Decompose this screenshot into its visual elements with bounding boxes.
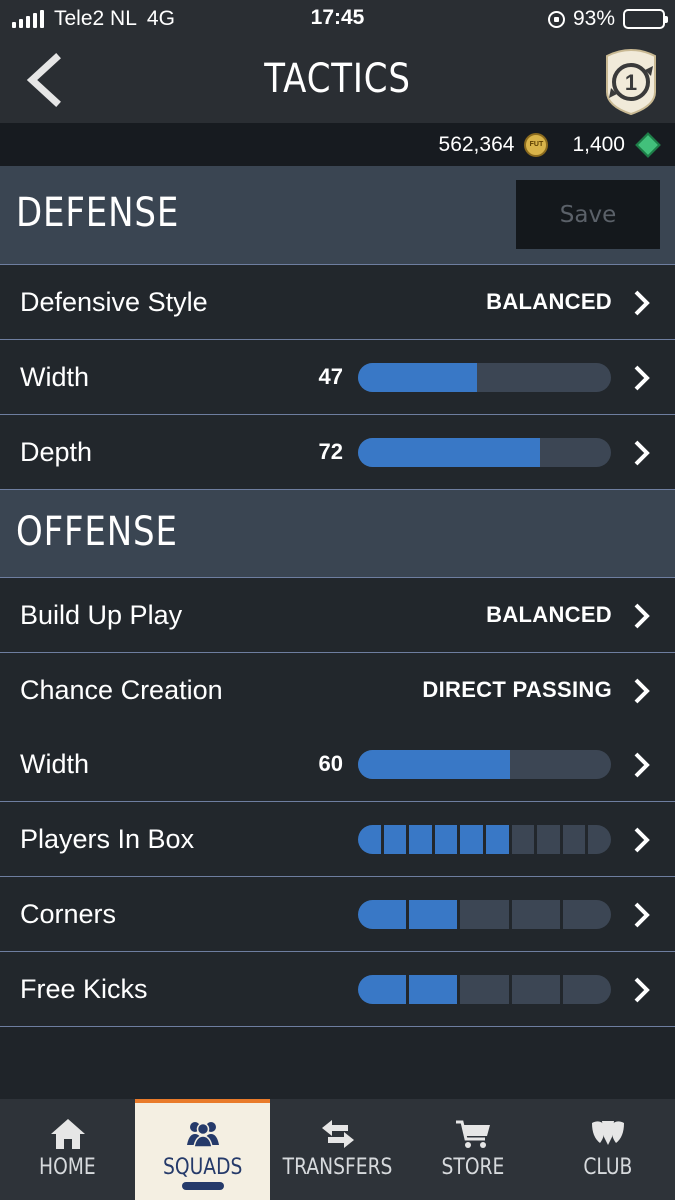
save-button[interactable]: Save: [516, 180, 660, 249]
squads-icon: [186, 1122, 219, 1148]
row-label: Depth: [20, 437, 93, 467]
fifa-points-icon: [635, 131, 661, 158]
meter-segment-empty: [460, 900, 509, 929]
row-label: Chance Creation: [20, 675, 223, 705]
meter-segment-empty: [511, 975, 560, 1004]
defensive-style-row[interactable]: Defensive Style BALANCED: [0, 265, 675, 340]
row-label: Width: [20, 362, 90, 392]
players-in-box-row[interactable]: Players In Box: [0, 802, 675, 877]
season-objectives-badge-icon[interactable]: 1: [601, 44, 661, 116]
nav-squads[interactable]: SQUADS: [135, 1099, 270, 1200]
meter-segment-filled: [409, 900, 458, 929]
badge-number: 1: [625, 70, 637, 95]
meter-segment-filled: [358, 825, 381, 854]
nav-home[interactable]: HOME: [0, 1099, 135, 1200]
offense-section-header: OFFENSE: [0, 490, 675, 578]
row-value: BALANCED: [486, 289, 612, 314]
nav-label: HOME: [39, 1155, 96, 1180]
chevron-right-icon[interactable]: [631, 602, 653, 630]
row-label: Corners: [20, 899, 117, 929]
offense-width-slider[interactable]: [358, 750, 611, 779]
chevron-right-icon[interactable]: [631, 976, 653, 1004]
store-icon: [455, 1120, 490, 1148]
meter-segment-filled: [409, 975, 458, 1004]
row-label: Width: [20, 749, 90, 779]
meter-segment-filled: [358, 900, 407, 929]
nav-club[interactable]: CLUB: [540, 1099, 675, 1200]
meter-segment-empty: [511, 900, 560, 929]
home-icon: [50, 1119, 85, 1149]
status-bar: Tele2 NL 4G 17:45 93%: [0, 0, 675, 38]
meter-segment-empty: [511, 825, 535, 854]
nav-store[interactable]: STORE: [405, 1099, 540, 1200]
slider-value: 47: [318, 364, 343, 389]
build-up-play-row[interactable]: Build Up Play BALANCED: [0, 578, 675, 653]
nav-label: STORE: [441, 1155, 504, 1180]
chance-creation-row[interactable]: Chance Creation DIRECT PASSING: [0, 653, 675, 728]
meter-segment-filled: [434, 825, 458, 854]
battery-status: 93%: [547, 7, 668, 31]
meter-segment-empty: [562, 900, 611, 929]
nav-label: TRANSFERS: [282, 1155, 393, 1180]
club-icon: [591, 1121, 624, 1145]
defense-depth-slider[interactable]: [358, 438, 611, 467]
nav-label: SQUADS: [162, 1155, 243, 1180]
page-title: TACTICS: [264, 56, 411, 102]
meter-segment-empty: [588, 825, 611, 854]
battery-icon: [623, 9, 668, 29]
row-value: BALANCED: [486, 602, 612, 627]
free-kicks-row[interactable]: Free Kicks: [0, 952, 675, 1027]
chevron-right-icon[interactable]: [631, 826, 653, 854]
meter-segment-empty: [562, 825, 586, 854]
chevron-right-icon[interactable]: [631, 364, 653, 392]
corners-meter[interactable]: [358, 900, 611, 929]
meter-segment-filled: [409, 825, 432, 854]
top-header: TACTICS 1: [0, 38, 675, 123]
row-label: Players In Box: [20, 824, 195, 854]
meter-segment-empty: [460, 975, 509, 1004]
active-tab-indicator: [182, 1182, 224, 1190]
slider-fill: [358, 438, 541, 467]
slider-fill: [358, 750, 510, 779]
row-label: Defensive Style: [20, 287, 208, 317]
offense-width-row[interactable]: Width 60: [0, 727, 675, 802]
defense-title: DEFENSE: [16, 190, 180, 236]
battery-percent: 93%: [572, 7, 615, 30]
chevron-right-icon[interactable]: [631, 751, 653, 779]
slider-fill: [358, 363, 477, 392]
free-kicks-meter[interactable]: [358, 975, 611, 1004]
meter-segment-empty: [562, 975, 611, 1004]
nav-transfers[interactable]: TRANSFERS: [270, 1099, 405, 1200]
defense-section-header: DEFENSE Save: [0, 166, 675, 265]
defense-width-row[interactable]: Width 47: [0, 340, 675, 415]
chevron-right-icon[interactable]: [631, 901, 653, 929]
chevron-right-icon[interactable]: [631, 289, 653, 317]
coins-amount: 562,364: [438, 132, 515, 156]
rotation-lock-icon: [547, 10, 565, 28]
chevron-right-icon[interactable]: [631, 677, 653, 705]
bottom-nav: HOME SQUADS TRANSFERS STORE CLUB: [0, 1099, 675, 1200]
slider-value: 72: [318, 439, 343, 464]
meter-segment-filled: [358, 975, 407, 1004]
nav-label: CLUB: [582, 1155, 633, 1180]
row-label: Free Kicks: [20, 974, 148, 1004]
currency-bar: 562,364 FUT 1,400: [0, 123, 675, 166]
offense-title: OFFENSE: [16, 509, 178, 555]
meter-segment-filled: [383, 825, 407, 854]
players-in-box-meter[interactable]: [358, 825, 611, 854]
transfers-icon: [321, 1120, 354, 1148]
row-value: DIRECT PASSING: [422, 677, 612, 702]
row-label: Build Up Play: [20, 600, 183, 630]
meter-segment-filled: [485, 825, 509, 854]
defense-width-slider[interactable]: [358, 363, 611, 392]
meter-segment-empty: [537, 825, 560, 854]
corners-row[interactable]: Corners: [0, 877, 675, 952]
coin-icon: FUT: [524, 132, 549, 157]
slider-value: 60: [318, 751, 343, 776]
chevron-right-icon[interactable]: [631, 439, 653, 467]
points-amount: 1,400: [572, 132, 625, 156]
meter-segment-filled: [460, 825, 483, 854]
defense-depth-row[interactable]: Depth 72: [0, 415, 675, 490]
